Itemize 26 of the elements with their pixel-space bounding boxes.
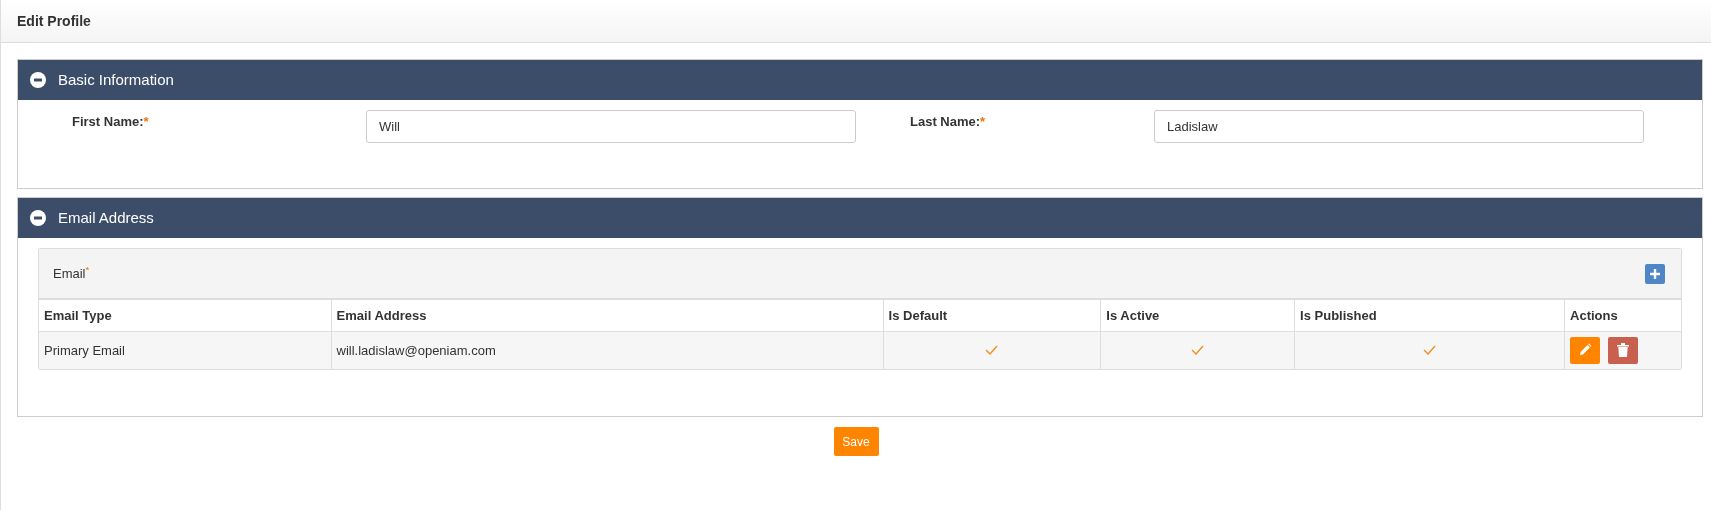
panel-title: Basic Information (58, 69, 174, 90)
table-cell: Primary Email (39, 331, 332, 369)
pencil-icon (1578, 343, 1593, 358)
field-label: Last Name:* (910, 113, 987, 131)
panel-title: Email Address (58, 207, 154, 228)
collapse-icon[interactable] (30, 210, 46, 226)
column-header: Email Address (331, 299, 884, 332)
table-cell: will.ladislaw@openiam.com (331, 331, 884, 369)
check-icon (1191, 344, 1205, 355)
edit-button[interactable] (1570, 336, 1601, 364)
column-header: Email Type (39, 299, 332, 332)
trash-icon (1617, 343, 1630, 358)
column-header: Actions (1564, 299, 1681, 332)
plus-icon (1649, 267, 1661, 280)
field-label: First Name:* (72, 113, 150, 131)
column-header: Is Published (1294, 299, 1565, 332)
email-box-title: Email$^{*}$ (53, 263, 90, 283)
check-icon (985, 344, 999, 355)
text-field[interactable]: Will (366, 110, 856, 143)
column-header: Is Active (1100, 299, 1295, 332)
add-button[interactable] (1645, 263, 1665, 284)
column-header: Is Default (883, 299, 1101, 332)
collapse-icon[interactable] (30, 72, 46, 88)
delete-button[interactable] (1608, 336, 1639, 364)
text-field[interactable]: Ladislaw (1154, 110, 1644, 143)
check-icon (1423, 344, 1437, 355)
